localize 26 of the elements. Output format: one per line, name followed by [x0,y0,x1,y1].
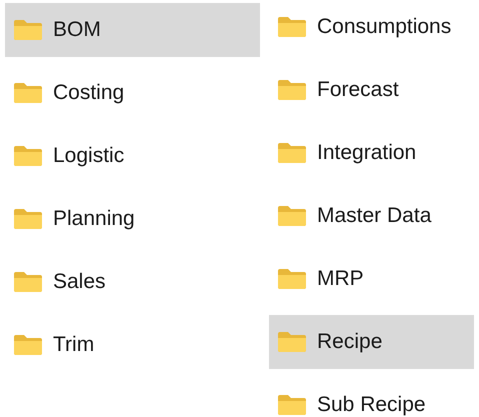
folder-item[interactable]: MRP [269,252,474,306]
folder-item[interactable]: BOM [5,3,260,57]
folder-item[interactable]: Recipe [269,315,474,369]
folder-item[interactable]: Sub Recipe [269,378,474,417]
folder-icon [277,142,307,164]
folder-icon [277,205,307,227]
folder-icon [277,331,307,353]
folder-icon [277,79,307,101]
folder-item[interactable]: Planning [5,192,260,246]
folder-icon [13,82,43,104]
folder-icon [277,394,307,416]
folder-item[interactable]: Costing [5,66,260,120]
folder-icon [13,19,43,41]
folder-item[interactable]: Master Data [269,189,474,243]
folder-item[interactable]: Integration [269,126,474,180]
folder-icon [13,271,43,293]
folder-icon [13,208,43,230]
folder-icon [277,268,307,290]
folder-icon [277,16,307,38]
folder-icon [13,334,43,356]
folder-item[interactable]: Logistic [5,129,260,183]
folder-icon [13,145,43,167]
folder-item[interactable]: Trim [5,318,260,372]
folder-item[interactable]: Consumptions [269,0,474,54]
folder-item[interactable]: Forecast [269,63,474,117]
folder-item[interactable]: Sales [5,255,260,309]
